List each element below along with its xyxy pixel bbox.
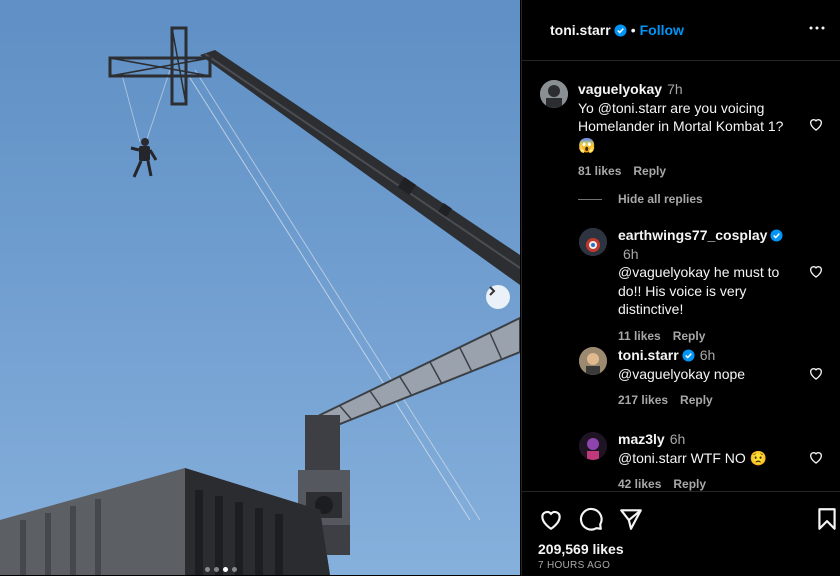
comment-username[interactable]: maz3ly — [618, 431, 665, 447]
comment-likes[interactable]: 42 likes — [618, 477, 661, 491]
reply-button[interactable]: Reply — [673, 477, 706, 491]
post-timestamp: 7 HOURS AGO — [538, 560, 611, 571]
verified-icon — [614, 23, 627, 37]
heart-icon[interactable] — [808, 449, 824, 465]
follow-button[interactable]: Follow — [640, 22, 684, 38]
comments-panel: toni.starr • Follow vaguelyokay 7h Yo @to… — [521, 0, 840, 575]
divider — [578, 198, 602, 200]
chevron-right-icon — [489, 286, 496, 296]
avatar-image — [579, 347, 607, 375]
avatar[interactable] — [579, 228, 607, 256]
post-photo[interactable] — [0, 0, 520, 575]
separator-dot: • — [630, 22, 636, 38]
avatar-image — [540, 80, 568, 108]
action-bar: 209,569 likes 7 HOURS AGO — [522, 491, 840, 576]
carousel-dot-active — [223, 567, 228, 572]
comment-text: @toni.starr WTF NO 😟 — [618, 449, 768, 466]
carousel-dots — [205, 567, 237, 572]
verified-icon — [682, 349, 695, 362]
comment-text: @vaguelyokay he must to do!! His voice i… — [618, 264, 780, 317]
avatar-image — [579, 432, 607, 460]
comment-time: 7h — [667, 81, 683, 97]
heart-icon[interactable] — [808, 116, 824, 132]
hide-replies-button[interactable]: Hide all replies — [578, 192, 703, 206]
heart-icon[interactable] — [808, 365, 824, 381]
comment: maz3ly 6h @toni.starr WTF NO 😟 42 likes Re… — [618, 430, 798, 494]
reply-button[interactable]: Reply — [673, 329, 706, 343]
comment-text: @vaguelyokay nope — [618, 365, 746, 382]
photo-scene — [0, 26, 520, 575]
comment-username[interactable]: earthwings77_cosplay — [618, 227, 767, 243]
hide-replies-label: Hide all replies — [618, 192, 703, 206]
reply-button[interactable]: Reply — [633, 164, 666, 178]
comment-time: 6h — [669, 431, 686, 447]
carousel-next-button[interactable] — [486, 285, 510, 309]
comment-username[interactable]: vaguelyokay — [578, 81, 662, 97]
heart-icon[interactable] — [538, 506, 564, 532]
bookmark-icon[interactable] — [814, 506, 840, 532]
more-icon[interactable] — [805, 16, 829, 40]
carousel-dot — [232, 567, 237, 572]
comment: earthwings77_cosplay 6h @vaguelyokay he m… — [618, 226, 798, 345]
share-icon[interactable] — [618, 506, 644, 532]
comment-meta: 81 likes Reply — [578, 162, 803, 181]
comment: toni.starr 6h @vaguelyokay nope 217 likes… — [618, 346, 798, 410]
comment-icon[interactable] — [578, 506, 604, 532]
avatar[interactable] — [540, 80, 568, 108]
heart-icon[interactable] — [808, 263, 824, 279]
comment-username[interactable]: toni.starr — [618, 347, 679, 363]
carousel-dot — [205, 567, 210, 572]
comment-meta: 217 likes Reply — [618, 391, 798, 410]
comment-text: Yo @toni.starr are you voicing Homelande… — [578, 99, 784, 153]
comment-likes[interactable]: 81 likes — [578, 164, 621, 178]
avatar[interactable] — [579, 432, 607, 460]
reply-button[interactable]: Reply — [680, 393, 713, 407]
comment-likes[interactable]: 217 likes — [618, 393, 668, 407]
comment-likes[interactable]: 11 likes — [618, 329, 661, 343]
avatar-image — [579, 228, 607, 256]
post-header: toni.starr • Follow — [522, 0, 840, 61]
avatar[interactable] — [579, 347, 607, 375]
comment-time: 6h — [699, 347, 716, 363]
comment-time: 6h — [623, 245, 639, 262]
comment: vaguelyokay 7h Yo @toni.starr are you voi… — [578, 80, 803, 181]
comment-meta: 11 likes Reply — [618, 327, 798, 346]
author-username[interactable]: toni.starr — [550, 22, 611, 38]
carousel-dot — [214, 567, 219, 572]
post-likes[interactable]: 209,569 likes — [538, 541, 624, 557]
verified-icon — [770, 229, 783, 242]
